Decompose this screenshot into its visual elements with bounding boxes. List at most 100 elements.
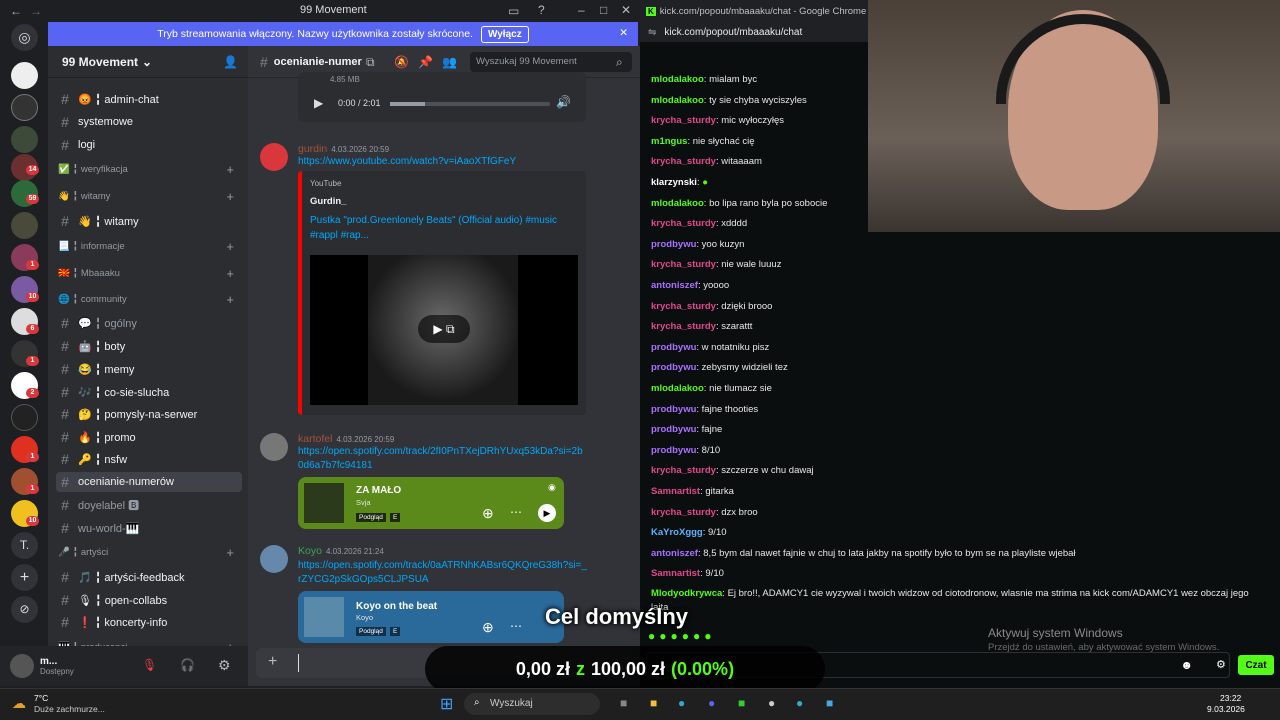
chat-username[interactable]: krycha_sturdy	[651, 507, 716, 518]
channel-item[interactable]: # 🔑 ╏ nsfw	[56, 449, 242, 469]
settings-gear-icon[interactable]: ⚙	[218, 657, 231, 674]
chat-username[interactable]: krycha_sturdy	[651, 156, 716, 167]
members-icon[interactable]: 👥	[442, 55, 457, 69]
chat-username[interactable]: prodbywu	[651, 342, 696, 353]
emote-icon[interactable]: ●	[704, 629, 711, 643]
disable-button[interactable]: Wyłącz	[480, 25, 529, 43]
clock-time[interactable]: 23:22	[1220, 693, 1241, 703]
back-arrow-icon[interactable]: ←	[10, 4, 22, 18]
chat-username[interactable]: Samnartist	[651, 486, 700, 497]
category-header[interactable]: 🌐 ╏ community +	[58, 292, 238, 307]
category-header[interactable]: 🇲🇰 ╏ Mbaaaku +	[58, 266, 238, 281]
add-channel-icon[interactable]: +	[226, 292, 234, 307]
chat-username[interactable]: Samnartist	[651, 568, 700, 579]
chat-username[interactable]: prodbywu	[651, 424, 696, 435]
server-icon-esem[interactable]	[11, 94, 38, 121]
message-link[interactable]: https://open.spotify.com/track/0aATRNhKA…	[298, 559, 588, 587]
app-icon[interactable]: ■	[620, 696, 627, 710]
avatar[interactable]	[260, 143, 288, 171]
discord-icon[interactable]: ●	[708, 696, 715, 710]
channel-item[interactable]: # ocenianie-numerów	[56, 472, 242, 492]
chat-username[interactable]: prodbywu	[651, 445, 696, 456]
category-header[interactable]: 👋 ╏ witamy +	[58, 189, 238, 204]
app-icon[interactable]: ■	[738, 696, 745, 710]
spotify-embed[interactable]: ZA MAŁO Svja Podgląd E ⊕ ⋯ ▶ ◉	[298, 477, 564, 529]
chat-username[interactable]: prodbywu	[651, 404, 696, 415]
server-icon-t[interactable]: T.	[11, 532, 38, 559]
chat-username[interactable]: m1ngus	[651, 136, 687, 147]
embed-author[interactable]: Gurdin_	[310, 196, 346, 207]
emote-icon[interactable]: ●	[693, 629, 700, 643]
channel-item[interactable]: # 🎙 ╏ open-collabs	[56, 590, 242, 610]
server-icon[interactable]	[11, 126, 38, 153]
emoji-icon[interactable]: ☻	[1180, 658, 1193, 672]
channel-item[interactable]: # doyelabel 🅱	[56, 495, 242, 515]
send-chat-button[interactable]: Czat	[1238, 655, 1274, 675]
chat-username[interactable]: antoniszef	[651, 280, 698, 291]
maximize-icon[interactable]: □	[600, 3, 607, 17]
category-header[interactable]: ✅ ╏ weryfikacja +	[58, 162, 238, 177]
channel-item[interactable]: # wu-world-🎹	[56, 518, 242, 538]
category-header[interactable]: 📃 ╏ informacje +	[58, 239, 238, 254]
chat-username[interactable]: mlodalakoo	[651, 74, 704, 85]
forward-arrow-icon[interactable]: →	[30, 4, 42, 18]
chat-username[interactable]: Mlodyodkrywca	[651, 588, 722, 599]
chat-username[interactable]: mlodalakoo	[651, 198, 704, 209]
add-attachment-icon[interactable]: +	[268, 653, 277, 671]
chat-username[interactable]: prodbywu	[651, 239, 696, 250]
track-title[interactable]: Koyo on the beat	[356, 601, 437, 612]
add-channel-icon[interactable]: +	[226, 545, 234, 560]
avatar[interactable]	[10, 654, 34, 678]
close-icon[interactable]: ✕	[621, 3, 631, 17]
channel-item[interactable]: # 😡 ╏ admin-chat	[56, 89, 242, 109]
chat-username[interactable]: krycha_sturdy	[651, 218, 716, 229]
message-author[interactable]: kartofel 4.03.2026 20:59	[298, 433, 394, 445]
add-icon[interactable]: ⊕	[482, 505, 494, 522]
mute-channel-icon[interactable]: 🔕	[394, 55, 409, 69]
chat-username[interactable]: krycha_sturdy	[651, 465, 716, 476]
chat-username[interactable]: prodbywu	[651, 362, 696, 373]
channel-item[interactable]: # 👋 ╏ witamy	[56, 211, 242, 231]
track-title[interactable]: ZA MAŁO	[356, 485, 401, 496]
minimize-icon[interactable]: –	[578, 3, 585, 17]
more-icon[interactable]: ⋯	[510, 619, 522, 633]
add-channel-icon[interactable]: +	[226, 189, 234, 204]
play-icon[interactable]: ▶	[314, 96, 323, 110]
chrome-icon[interactable]: ●	[796, 696, 803, 710]
track-artist[interactable]: Svja	[356, 498, 371, 507]
taskbar-search[interactable]: Wyszukaj	[464, 693, 600, 715]
audio-seek-bar[interactable]	[390, 102, 550, 106]
more-icon[interactable]: ⋯	[510, 505, 522, 519]
emote-icon[interactable]: ●	[659, 629, 666, 643]
server-icon[interactable]	[11, 404, 38, 431]
message-link[interactable]: https://www.youtube.com/watch?v=iAaoXTfG…	[298, 155, 516, 169]
track-artist[interactable]: Koyo	[356, 613, 373, 622]
notepad-icon[interactable]: ■	[826, 696, 833, 710]
close-banner-icon[interactable]: ✕	[619, 27, 628, 39]
settings-gear-icon[interactable]: ⚙	[1216, 658, 1226, 671]
pin-icon[interactable]: 📌	[418, 55, 433, 69]
add-icon[interactable]: ⊕	[482, 619, 494, 636]
threads-icon[interactable]: ⧉	[366, 55, 375, 70]
chat-username[interactable]: KaYroXggg	[651, 527, 703, 538]
emote-icon[interactable]: ●	[648, 629, 655, 643]
avatar[interactable]	[260, 545, 288, 573]
add-channel-icon[interactable]: +	[226, 162, 234, 177]
channel-item[interactable]: # 🤖 ╏ boty	[56, 336, 242, 356]
weather-icon[interactable]: ☁	[12, 695, 26, 712]
add-member-icon[interactable]: 👤	[223, 55, 238, 69]
discord-home-icon[interactable]: ◎	[11, 24, 38, 51]
play-icon[interactable]: ▶	[538, 504, 556, 522]
message-link[interactable]: https://open.spotify.com/track/2fI0PnTXe…	[298, 445, 588, 473]
search-input[interactable]: Wyszukaj 99 Movement	[470, 52, 632, 72]
message-author[interactable]: gurdin 4.03.2026 20:59	[298, 143, 389, 155]
chat-username[interactable]: krycha_sturdy	[651, 301, 716, 312]
help-icon[interactable]: ?	[538, 3, 545, 17]
app-icon[interactable]: ●	[768, 696, 775, 710]
mute-mic-icon[interactable]: 🎙	[142, 658, 157, 672]
site-info-icon[interactable]: ⇋	[648, 27, 656, 38]
server-header[interactable]: 99 Movement ⌄ 👤	[48, 46, 248, 78]
add-server-icon[interactable]: +	[11, 564, 38, 591]
avatar[interactable]	[260, 433, 288, 461]
channel-item[interactable]: # 🔥 ╏ promo	[56, 427, 242, 447]
